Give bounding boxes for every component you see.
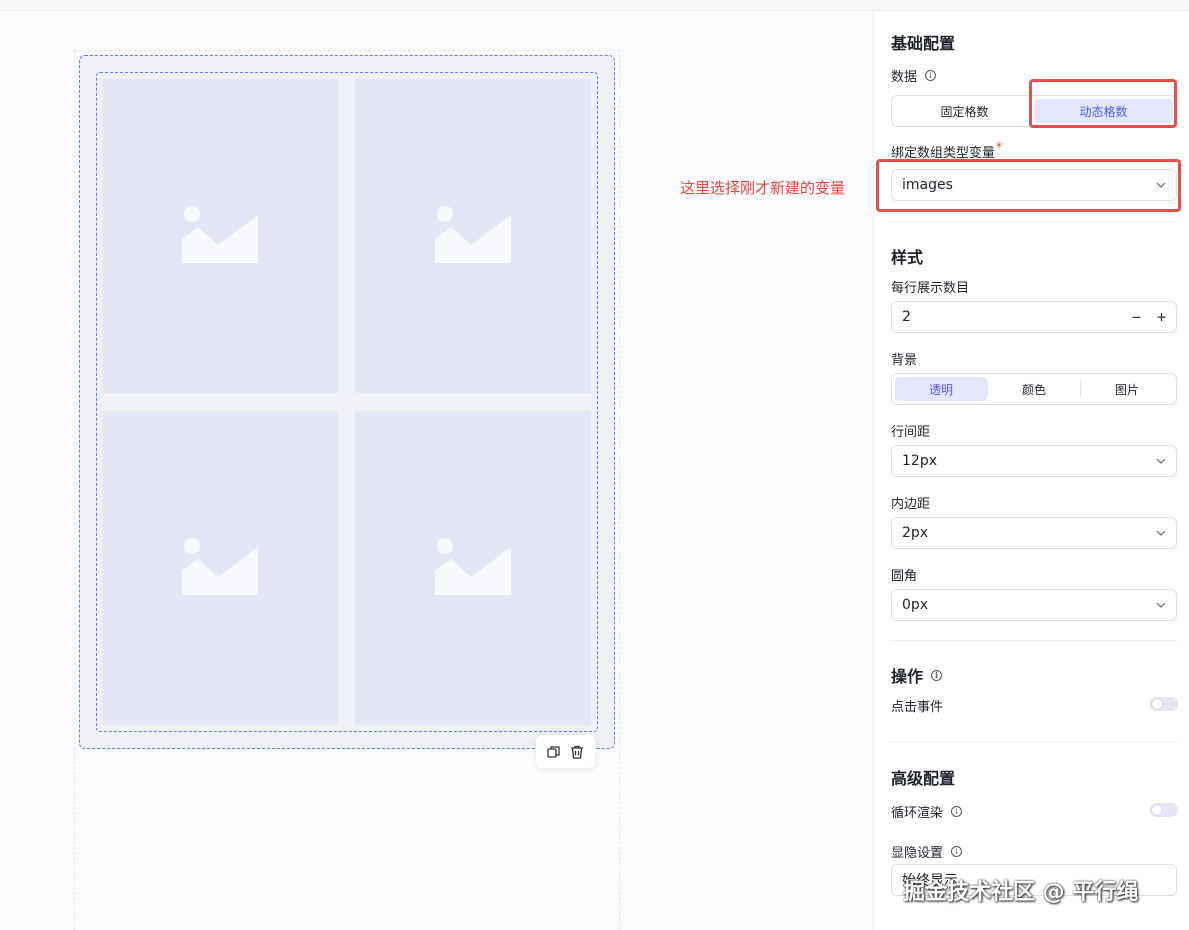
row-gap-label: 行间距 <box>891 425 931 440</box>
watermark: 掘金技术社区 @ 平行绳 <box>903 880 1139 905</box>
radius-value: 0px <box>902 597 929 613</box>
padding-select[interactable]: 2px <box>891 517 1177 549</box>
loop-render-toggle[interactable] <box>1150 803 1178 817</box>
info-icon[interactable]: i <box>925 70 937 81</box>
annotation-note: 这里选择刚才新建的变量 <box>680 179 846 197</box>
highlight-box-dynamic <box>1029 79 1177 128</box>
row-gap-value: 12px <box>902 453 937 469</box>
loop-render-label: 循环渲染 i <box>891 802 963 821</box>
image-placeholder-icon <box>435 206 511 263</box>
chevron-down-icon <box>1156 458 1166 464</box>
loop-render-label-text: 循环渲染 <box>891 806 944 821</box>
component-toolbar <box>536 735 595 768</box>
image-placeholder-icon <box>182 538 258 595</box>
copy-icon[interactable] <box>547 745 561 759</box>
divider <box>890 741 1177 742</box>
padding-label: 内边距 <box>891 497 931 512</box>
data-label-text: 数据 <box>891 70 918 85</box>
per-row-stepper[interactable]: 2 − + <box>891 301 1177 333</box>
radius-label: 圆角 <box>891 569 918 584</box>
required-mark: * <box>996 139 1003 154</box>
image-placeholder-icon <box>435 538 511 595</box>
advanced-config-title: 高级配置 <box>891 769 956 788</box>
grid-cell-2[interactable] <box>355 79 591 393</box>
action-title-text: 操作 <box>891 667 924 686</box>
increment-button[interactable]: + <box>1157 308 1166 326</box>
divider <box>890 640 1177 641</box>
grid-cell-3[interactable] <box>102 411 338 725</box>
background-transparent[interactable]: 透明 <box>895 377 987 401</box>
grid-cell-4[interactable] <box>355 411 591 725</box>
info-icon[interactable]: i <box>951 806 963 817</box>
action-title: 操作 i <box>891 663 943 687</box>
basic-config-title: 基础配置 <box>891 34 956 53</box>
background-segmented: 透明 颜色 图片 <box>891 373 1177 405</box>
data-label: 数据 i <box>891 66 937 85</box>
chevron-down-icon <box>1156 530 1166 536</box>
per-row-value[interactable]: 2 <box>902 309 1116 325</box>
visibility-label: 显隐设置 i <box>891 842 963 861</box>
visibility-label-text: 显隐设置 <box>891 846 944 861</box>
info-icon[interactable]: i <box>951 846 963 857</box>
top-bar <box>0 0 1189 11</box>
background-image[interactable]: 图片 <box>1081 377 1173 401</box>
trash-icon[interactable] <box>570 745 584 759</box>
decrement-button[interactable]: − <box>1132 308 1141 326</box>
info-icon[interactable]: i <box>931 669 943 681</box>
click-event-toggle[interactable] <box>1150 697 1178 711</box>
background-label: 背景 <box>891 353 918 368</box>
data-mode-fixed[interactable]: 固定格数 <box>895 99 1034 123</box>
click-event-label: 点击事件 <box>891 700 944 715</box>
image-placeholder-icon <box>182 206 258 263</box>
background-color[interactable]: 颜色 <box>988 377 1080 401</box>
properties-panel: 基础配置 数据 i 固定格数 动态格数 绑定数组类型变量 * images 样式… <box>873 11 1189 930</box>
per-row-label: 每行展示数目 <box>891 281 970 296</box>
grid-cell-1[interactable] <box>102 79 338 393</box>
divider <box>890 221 1177 222</box>
chevron-down-icon <box>1156 602 1166 608</box>
radius-select[interactable]: 0px <box>891 589 1177 621</box>
padding-value: 2px <box>902 525 929 541</box>
highlight-box-bind <box>876 159 1181 212</box>
style-title: 样式 <box>891 248 924 267</box>
row-gap-select[interactable]: 12px <box>891 445 1177 477</box>
